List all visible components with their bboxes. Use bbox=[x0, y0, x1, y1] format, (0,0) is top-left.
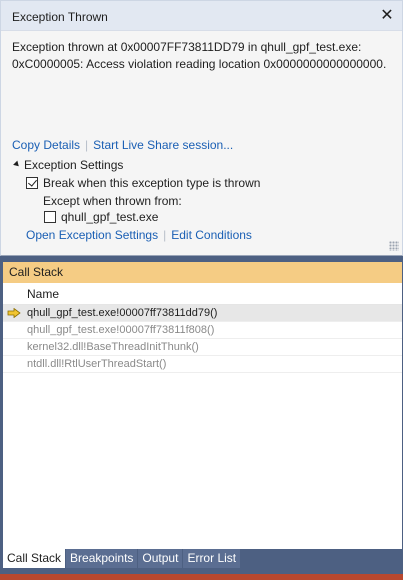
module-label: qhull_gpf_test.exe bbox=[61, 210, 159, 224]
call-stack-column-name[interactable]: Name bbox=[3, 283, 402, 305]
call-stack-row[interactable]: ntdll.dll!RtlUserThreadStart() bbox=[3, 356, 402, 373]
resize-grip-icon[interactable] bbox=[389, 241, 399, 251]
except-when-label: Except when thrown from: bbox=[43, 194, 182, 208]
call-stack-frame-label: ntdll.dll!RtlUserThreadStart() bbox=[27, 358, 167, 370]
open-exception-settings-link[interactable]: Open Exception Settings bbox=[26, 228, 158, 242]
live-share-link[interactable]: Start Live Share session... bbox=[93, 138, 233, 152]
exception-popup: Exception Thrown ✕ Exception thrown at 0… bbox=[0, 0, 403, 256]
tab-output[interactable]: Output bbox=[138, 549, 183, 568]
tab-call-stack[interactable]: Call Stack bbox=[3, 549, 66, 568]
copy-details-link[interactable]: Copy Details bbox=[12, 138, 80, 152]
exception-message-line1: Exception thrown at 0x00007FF73811DD79 i… bbox=[12, 40, 362, 54]
current-frame-arrow-icon bbox=[7, 308, 21, 318]
exception-settings-links: Open Exception Settings | Edit Condition… bbox=[26, 228, 252, 242]
exception-settings-toggle[interactable]: Exception Settings bbox=[13, 158, 124, 172]
call-stack-row[interactable]: qhull_gpf_test.exe!00007ff73811dd79() bbox=[3, 305, 402, 322]
module-checkbox[interactable] bbox=[44, 211, 56, 223]
edit-conditions-link[interactable]: Edit Conditions bbox=[171, 228, 252, 242]
module-exception-row[interactable]: qhull_gpf_test.exe bbox=[44, 210, 158, 224]
collapse-triangle-icon[interactable] bbox=[13, 160, 21, 169]
link-separator: | bbox=[85, 138, 89, 152]
break-when-thrown-checkbox[interactable] bbox=[26, 177, 38, 189]
link-separator: | bbox=[163, 228, 167, 242]
close-icon[interactable]: ✕ bbox=[378, 5, 396, 25]
exception-settings-label: Exception Settings bbox=[24, 158, 124, 172]
exception-action-links: Copy Details | Start Live Share session.… bbox=[12, 137, 233, 153]
call-stack-row[interactable]: kernel32.dll!BaseThreadInitThunk() bbox=[3, 339, 402, 356]
exception-message-line2: 0xC0000005: Access violation reading loc… bbox=[12, 57, 387, 71]
exception-header: Exception Thrown ✕ bbox=[1, 1, 402, 31]
tab-breakpoints[interactable]: Breakpoints bbox=[66, 549, 138, 568]
call-stack-title[interactable]: Call Stack bbox=[3, 262, 402, 283]
call-stack-frame-label: qhull_gpf_test.exe!00007ff73811dd79() bbox=[27, 307, 218, 319]
call-stack-row[interactable]: qhull_gpf_test.exe!00007ff73811f808() bbox=[3, 322, 402, 339]
call-stack-panel: Call Stack Name qhull_gpf_test.exe!00007… bbox=[3, 262, 402, 549]
tool-window-tabs: Call Stack Breakpoints Output Error List bbox=[3, 549, 241, 568]
exception-title: Exception Thrown bbox=[12, 10, 108, 24]
tab-error-list[interactable]: Error List bbox=[183, 549, 241, 568]
status-bar bbox=[0, 574, 403, 580]
break-when-thrown-label: Break when this exception type is thrown bbox=[43, 176, 261, 190]
exception-message: Exception thrown at 0x00007FF73811DD79 i… bbox=[12, 39, 397, 73]
call-stack-frame-label: kernel32.dll!BaseThreadInitThunk() bbox=[27, 341, 199, 353]
break-when-thrown-row[interactable]: Break when this exception type is thrown bbox=[26, 176, 260, 190]
call-stack-frame-label: qhull_gpf_test.exe!00007ff73811f808() bbox=[27, 324, 215, 336]
